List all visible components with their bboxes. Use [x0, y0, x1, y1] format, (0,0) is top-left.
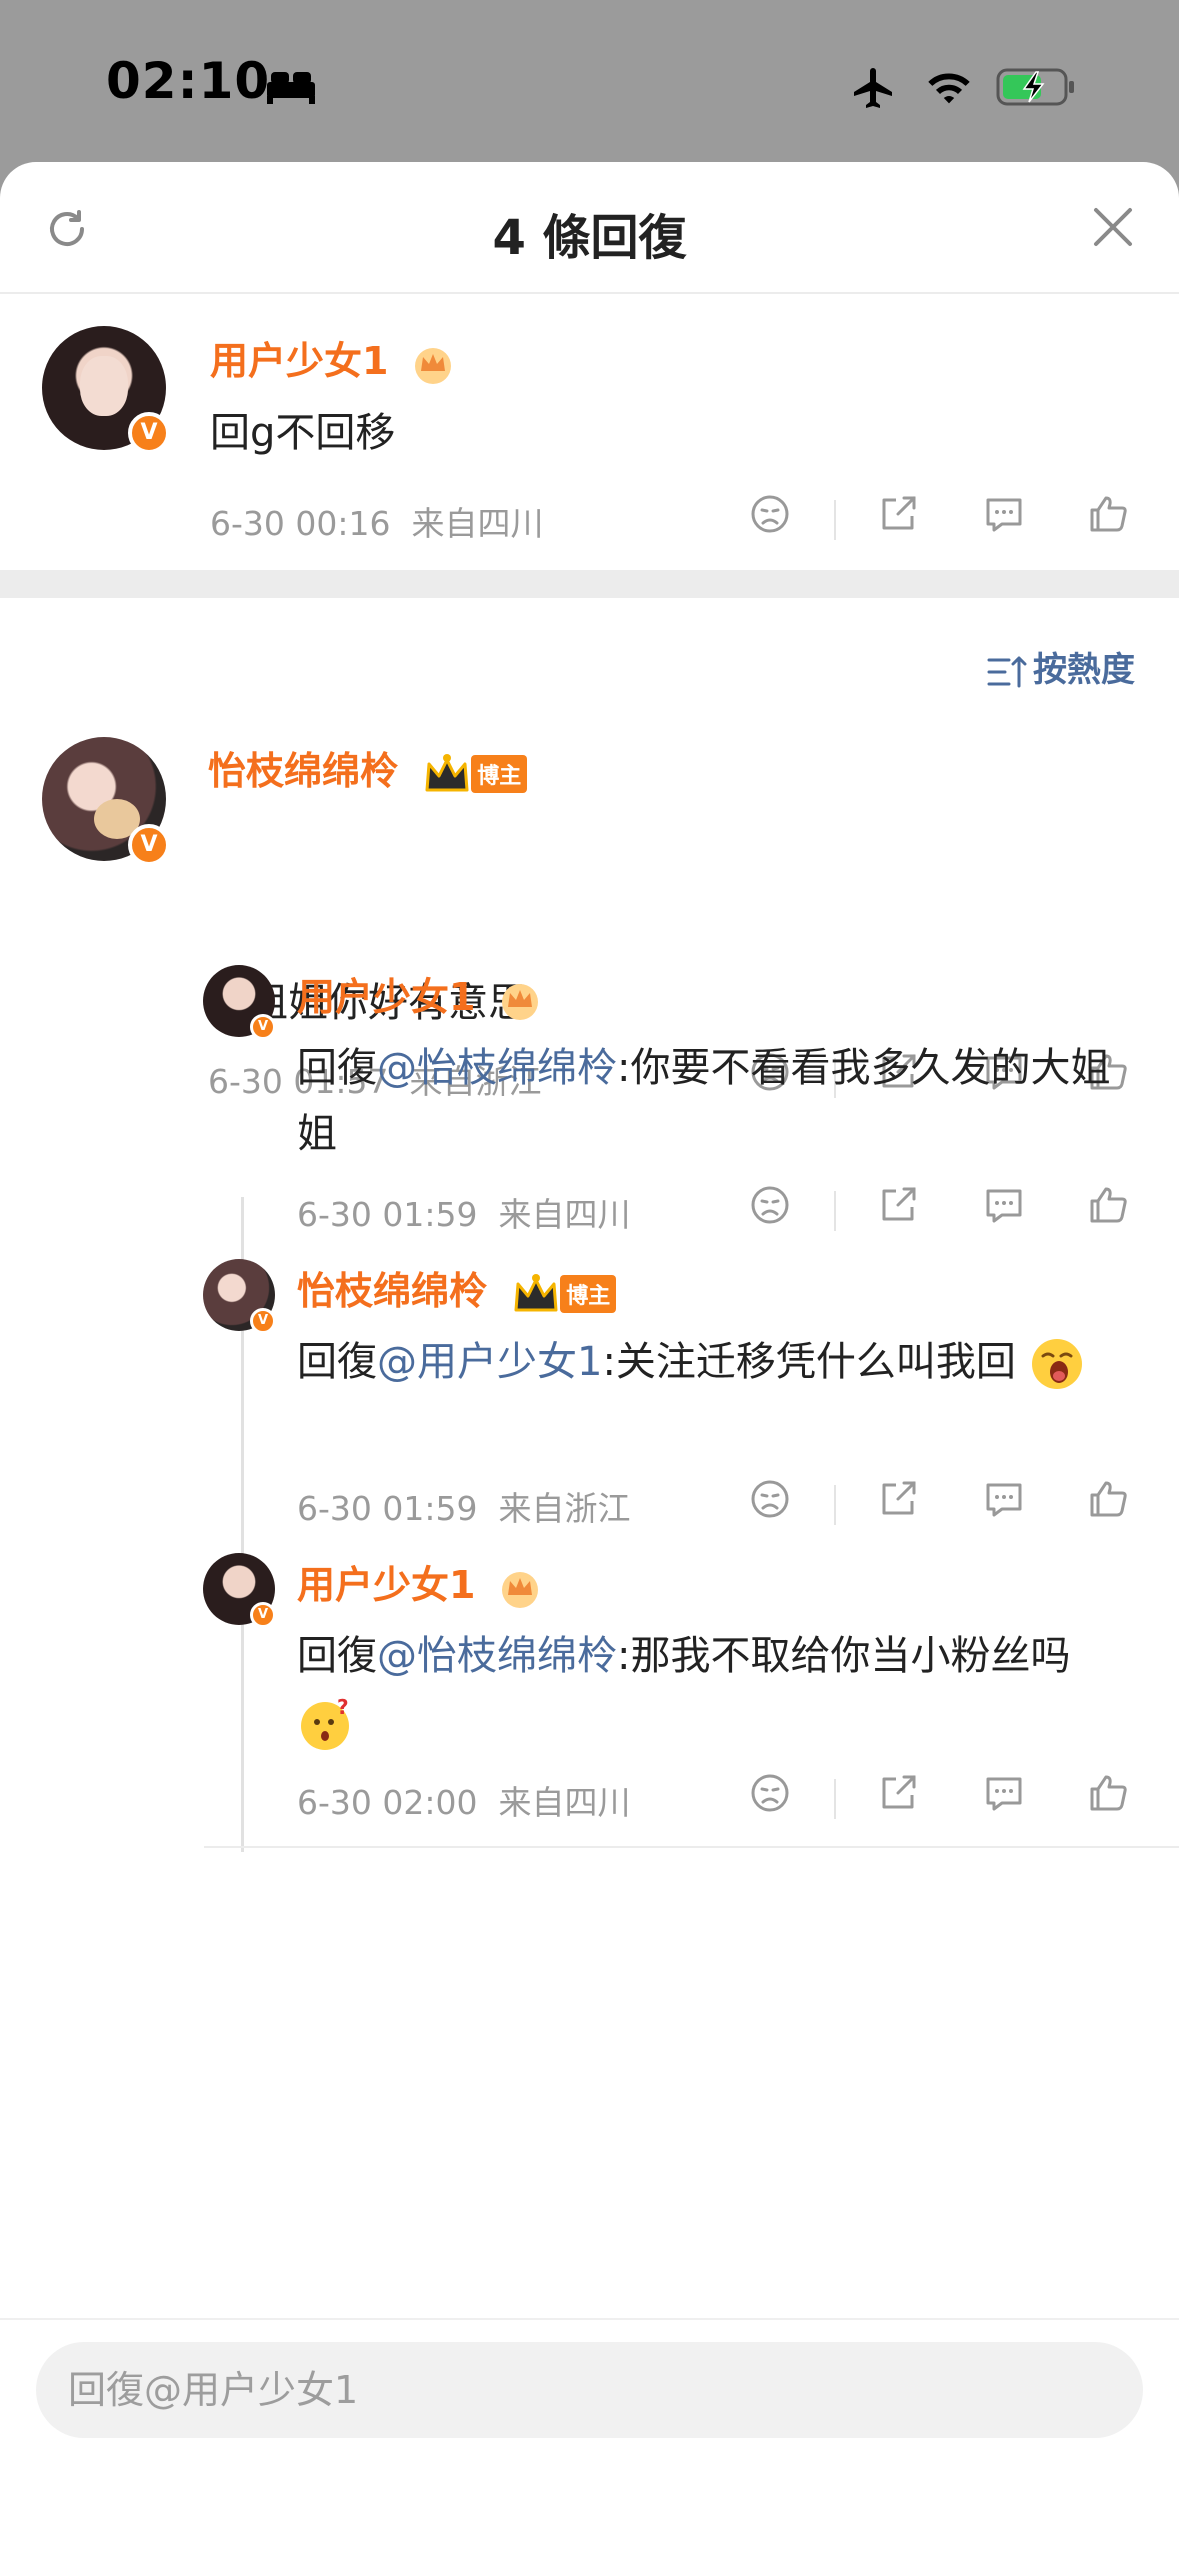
reply-meta: 6-30 01:59 来自四川	[297, 1188, 630, 1236]
reply-body: :那我不取给你当小粉丝吗	[617, 1633, 1071, 1679]
username-text: 怡枝绵绵柃	[208, 749, 399, 793]
verified-badge: V	[128, 824, 170, 866]
reply-body: :关注迁移凭什么叫我回	[602, 1339, 1016, 1385]
comment-meta: 6-30 00:16 来自四川	[210, 497, 543, 545]
verified-badge: V	[128, 412, 170, 454]
reply-username[interactable]: 怡枝绵绵柃 博主	[208, 740, 528, 796]
sort-icon	[987, 656, 1027, 687]
share-icon[interactable]	[876, 1183, 920, 1227]
thread-end-divider	[204, 1846, 1179, 1848]
sheet-header: 4 條回復	[0, 162, 1179, 294]
yawn-emoji-icon	[1031, 1339, 1082, 1389]
reply-text: 回復@怡枝绵绵柃:那我不取给你当小粉丝吗 ?	[297, 1623, 1137, 1755]
crown-icon	[425, 753, 469, 791]
thinking-emoji-icon: ?	[301, 1696, 349, 1750]
username-text: 用户少女1	[297, 975, 476, 1019]
reply-actions	[748, 1771, 1148, 1827]
verified-badge: V	[250, 1602, 276, 1628]
reply-location: 来自四川	[498, 1783, 631, 1822]
reply-prefix: 回復	[297, 1339, 377, 1385]
divider	[834, 1191, 836, 1231]
like-icon[interactable]	[1086, 1477, 1130, 1521]
reply-username[interactable]: 怡枝绵绵柃 博主	[297, 1260, 617, 1316]
wifi-icon	[928, 73, 970, 104]
like-icon[interactable]	[1086, 492, 1130, 536]
reply-location: 来自四川	[498, 1195, 631, 1234]
reply-date: 6-30 01:59	[297, 1195, 478, 1234]
dislike-icon[interactable]	[748, 1477, 792, 1521]
mention-link[interactable]: @怡枝绵绵柃	[377, 1633, 617, 1679]
reply-date: 6-30 02:00	[297, 1783, 478, 1822]
status-time: 02:10	[106, 52, 271, 110]
sheet-title: 4 條回復	[492, 210, 687, 266]
reply-meta: 6-30 01:59 来自浙江	[297, 1482, 630, 1530]
comment-location: 来自四川	[411, 504, 544, 543]
dislike-icon[interactable]	[748, 1183, 792, 1227]
mention-link[interactable]: @怡枝绵绵柃	[377, 1045, 617, 1091]
reply-date: 6-30 01:59	[297, 1489, 478, 1528]
verified-badge: V	[250, 1308, 276, 1334]
reply-actions	[748, 1477, 1148, 1533]
comment-username[interactable]: 用户少女1	[210, 330, 454, 385]
username-text: 怡枝绵绵柃	[297, 1269, 488, 1313]
share-icon[interactable]	[876, 1477, 920, 1521]
sleep-focus-icon	[267, 72, 315, 104]
crown-icon	[414, 347, 451, 384]
reply-prefix: 回復	[297, 1045, 377, 1091]
reply-actions	[748, 1183, 1148, 1239]
sort-toggle[interactable]: 按熱度	[987, 642, 1135, 691]
comment-icon[interactable]	[982, 1477, 1026, 1521]
username-text: 用户少女1	[297, 1563, 476, 1607]
reply-username[interactable]: 用户少女1	[297, 966, 541, 1021]
section-divider	[0, 570, 1179, 598]
comment-icon[interactable]	[982, 1183, 1026, 1227]
airplane-mode-icon	[854, 68, 892, 108]
comment-actions	[748, 492, 1148, 548]
dislike-icon[interactable]	[748, 492, 792, 536]
reply-meta: 6-30 02:00 来自四川	[297, 1776, 630, 1824]
reply-composer	[0, 2318, 1179, 2556]
crown-icon	[501, 1571, 538, 1608]
like-icon[interactable]	[1086, 1183, 1130, 1227]
crown-icon	[514, 1273, 558, 1311]
comment-date: 6-30 00:16	[210, 504, 391, 543]
comment-text: 回g不回移	[210, 410, 396, 456]
divider	[834, 1485, 836, 1525]
reply-text: 回復@怡枝绵绵柃:你要不看看我多久发的大姐姐	[297, 1035, 1137, 1167]
share-icon[interactable]	[876, 1771, 920, 1815]
reply-prefix: 回復	[297, 1633, 377, 1679]
reply-username[interactable]: 用户少女1	[297, 1554, 541, 1609]
comment-icon[interactable]	[982, 492, 1026, 536]
blogger-tag: 博主	[471, 754, 528, 793]
divider	[834, 500, 836, 540]
username-text: 用户少女1	[210, 339, 389, 383]
like-icon[interactable]	[1086, 1771, 1130, 1815]
mention-link[interactable]: @用户少女1	[377, 1339, 602, 1385]
crown-icon	[501, 983, 538, 1020]
battery-charging-icon	[996, 68, 1074, 106]
blogger-tag: 博主	[560, 1274, 617, 1313]
reply-location: 来自浙江	[498, 1489, 631, 1528]
divider	[834, 1779, 836, 1819]
replies-sheet: 4 條回復 V 用户少女1 回g不回移 6-30 00:16 来自四川 按熱度	[0, 162, 1179, 2556]
sort-label: 按熱度	[1033, 650, 1135, 690]
reply-text: 回復@用户少女1:关注迁移凭什么叫我回	[297, 1329, 1137, 1395]
verified-badge: V	[250, 1014, 276, 1040]
comment-icon[interactable]	[982, 1771, 1026, 1815]
status-bar: 02:10	[0, 0, 1179, 165]
close-icon[interactable]	[1092, 206, 1134, 248]
share-icon[interactable]	[876, 492, 920, 536]
reply-input[interactable]	[36, 2342, 1143, 2438]
dislike-icon[interactable]	[748, 1771, 792, 1815]
svg-text:?: ?	[337, 1696, 349, 1719]
